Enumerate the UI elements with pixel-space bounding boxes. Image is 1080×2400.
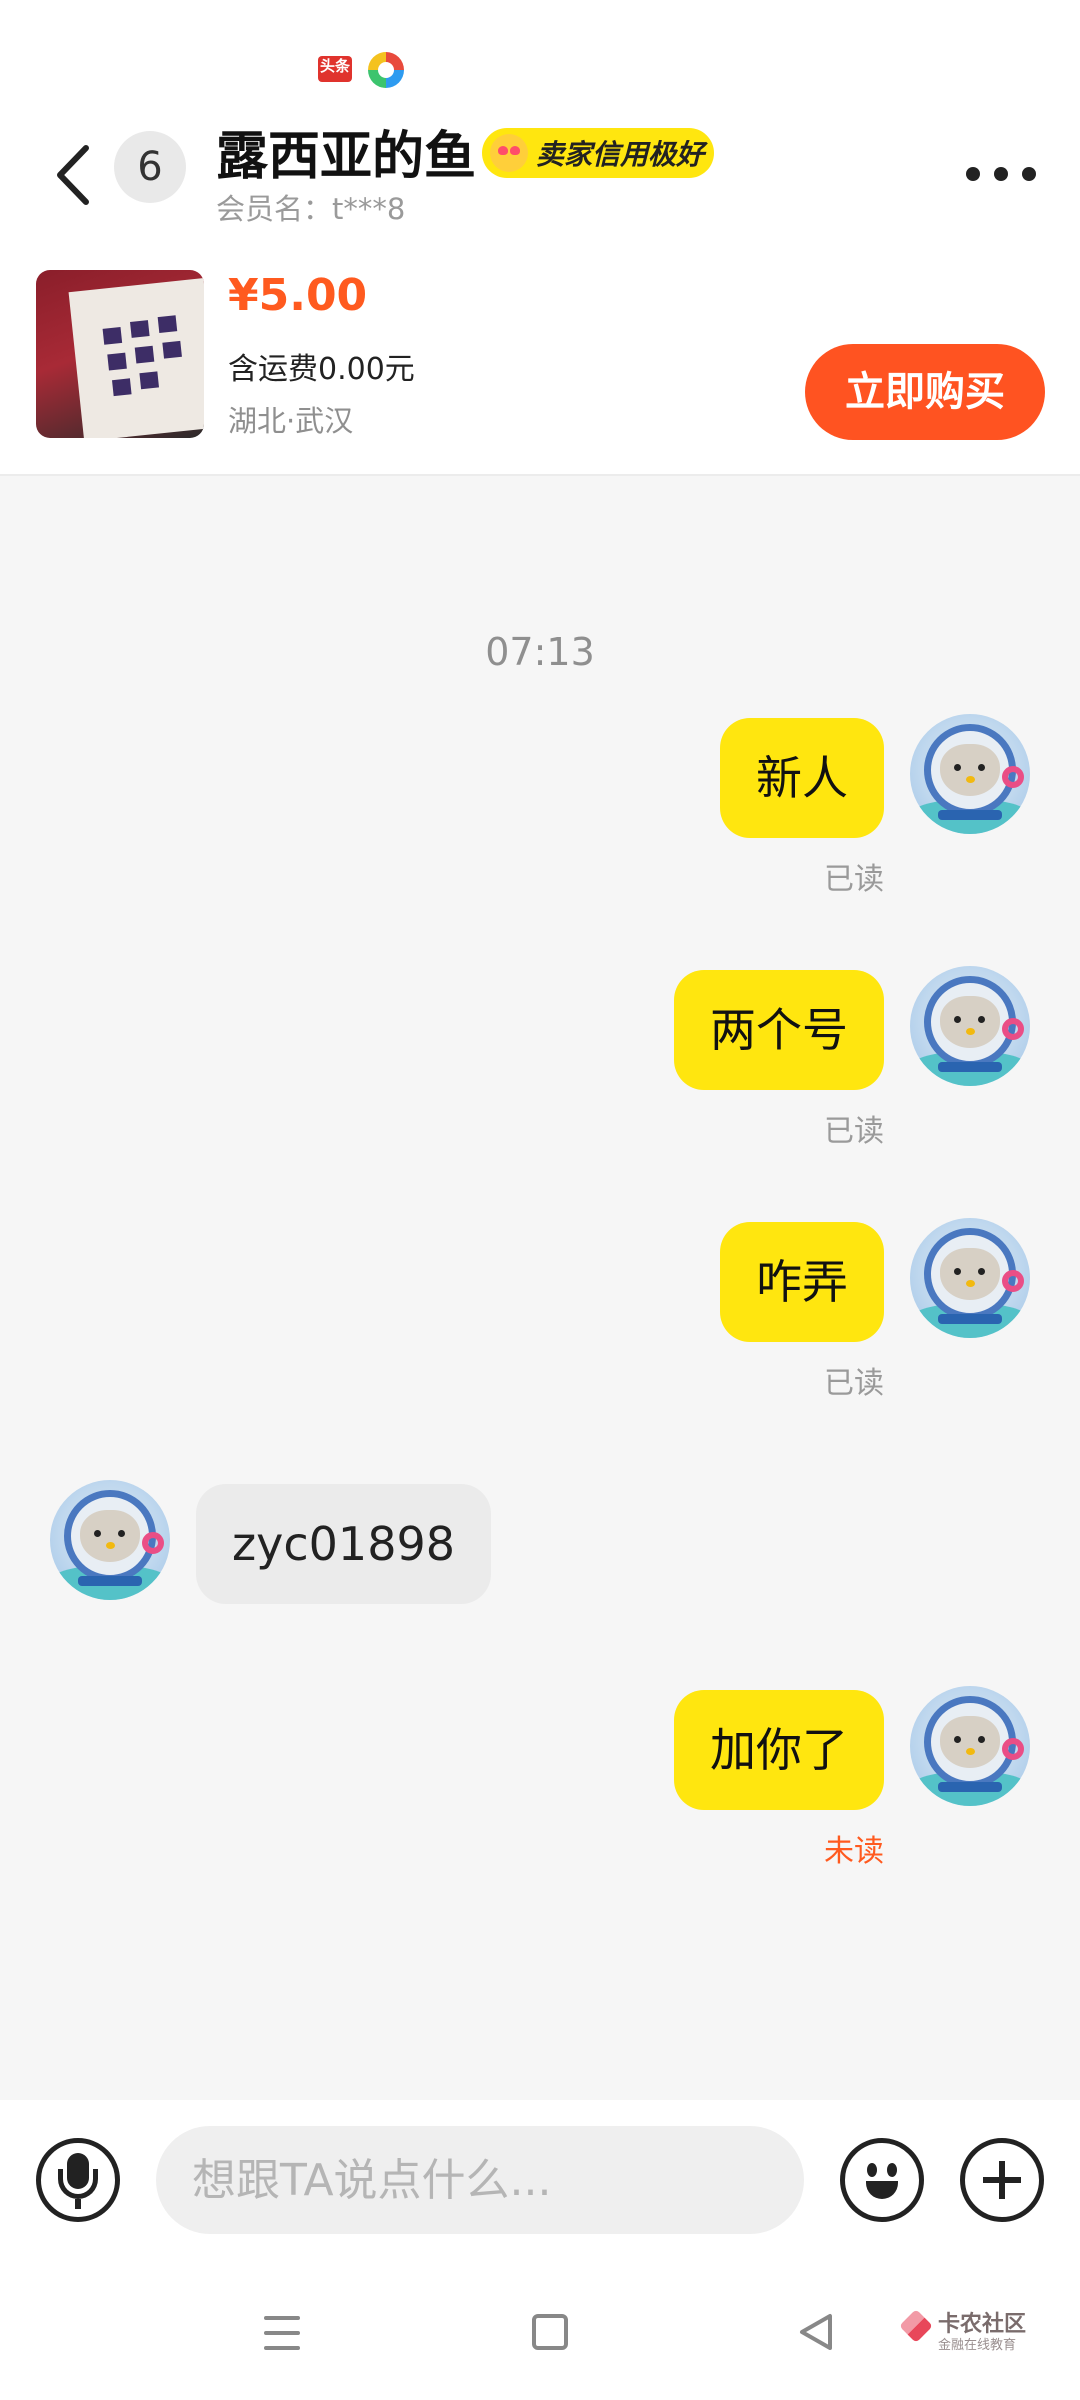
- more-actions-button[interactable]: [960, 2138, 1044, 2222]
- seller-location: 湖北·武汉: [228, 404, 354, 438]
- member-name: 会员名：t***8: [216, 192, 406, 226]
- unread-count-badge: 6: [114, 131, 186, 203]
- message-row: zyc01898: [0, 1480, 1080, 1614]
- more-options-icon[interactable]: [966, 164, 1036, 184]
- buy-now-button[interactable]: 立即购买: [805, 344, 1045, 440]
- their-message-bubble[interactable]: zyc01898: [196, 1484, 491, 1604]
- voice-input-button[interactable]: [36, 2138, 120, 2222]
- message-row: 新人 已读: [0, 714, 1080, 897]
- product-price: ¥5.00: [228, 270, 368, 321]
- read-status: 已读: [824, 862, 884, 897]
- message-row: 加你了 未读: [0, 1686, 1080, 1869]
- smiley-icon: [867, 2163, 877, 2177]
- message-row: 咋弄 已读: [0, 1218, 1080, 1401]
- message-row: 两个号 已读: [0, 966, 1080, 1149]
- status-bar: 头条: [0, 0, 1080, 110]
- my-message-bubble[interactable]: 两个号: [674, 970, 884, 1090]
- message-input-bar: [0, 2100, 1080, 2260]
- recent-apps-icon[interactable]: [264, 2316, 300, 2350]
- unread-status: 未读: [824, 1834, 884, 1869]
- color-wheel-icon: [368, 52, 404, 88]
- my-avatar[interactable]: [910, 714, 1030, 834]
- shipping-fee: 含运费0.00元: [228, 352, 415, 387]
- heart-eyes-emoji-icon: [490, 134, 528, 172]
- seller-avatar[interactable]: [50, 1480, 170, 1600]
- chat-header: 6 露西亚的鱼 卖家信用极好 会员名：t***8: [0, 110, 1080, 240]
- my-message-bubble[interactable]: 咋弄: [720, 1222, 884, 1342]
- my-avatar[interactable]: [910, 1218, 1030, 1338]
- system-navigation-bar: 卡农社区 金融在线教育: [0, 2260, 1080, 2400]
- back-arrow-icon[interactable]: [48, 140, 98, 210]
- message-timestamp: 07:13: [485, 630, 595, 674]
- emoji-button[interactable]: [840, 2138, 924, 2222]
- my-avatar[interactable]: [910, 1686, 1030, 1806]
- my-avatar[interactable]: [910, 966, 1030, 1086]
- product-card[interactable]: ¥5.00 含运费0.00元 湖北·武汉 立即购买: [0, 240, 1080, 476]
- kanong-logo-icon: [899, 2309, 933, 2343]
- home-icon[interactable]: [532, 2314, 568, 2350]
- seller-name: 露西亚的鱼: [216, 127, 477, 187]
- seller-credit-badge: 卖家信用极好: [482, 128, 714, 178]
- my-message-bubble[interactable]: 加你了: [674, 1690, 884, 1810]
- credit-badge-label: 卖家信用极好: [536, 138, 705, 171]
- toutiao-icon: 头条: [318, 56, 352, 82]
- read-status: 已读: [824, 1114, 884, 1149]
- product-thumbnail[interactable]: [36, 270, 204, 438]
- chat-messages[interactable]: 07:13 新人 已读 两个号 已读 咋弄 已读 zyc01898 加你了 未读: [0, 478, 1080, 2100]
- nav-back-icon[interactable]: [796, 2312, 836, 2352]
- watermark: 卡农社区 金融在线教育: [899, 2304, 1070, 2364]
- message-input[interactable]: [156, 2126, 804, 2234]
- my-message-bubble[interactable]: 新人: [720, 718, 884, 838]
- watermark-subtitle: 金融在线教育: [938, 2338, 1017, 2353]
- read-status: 已读: [824, 1366, 884, 1401]
